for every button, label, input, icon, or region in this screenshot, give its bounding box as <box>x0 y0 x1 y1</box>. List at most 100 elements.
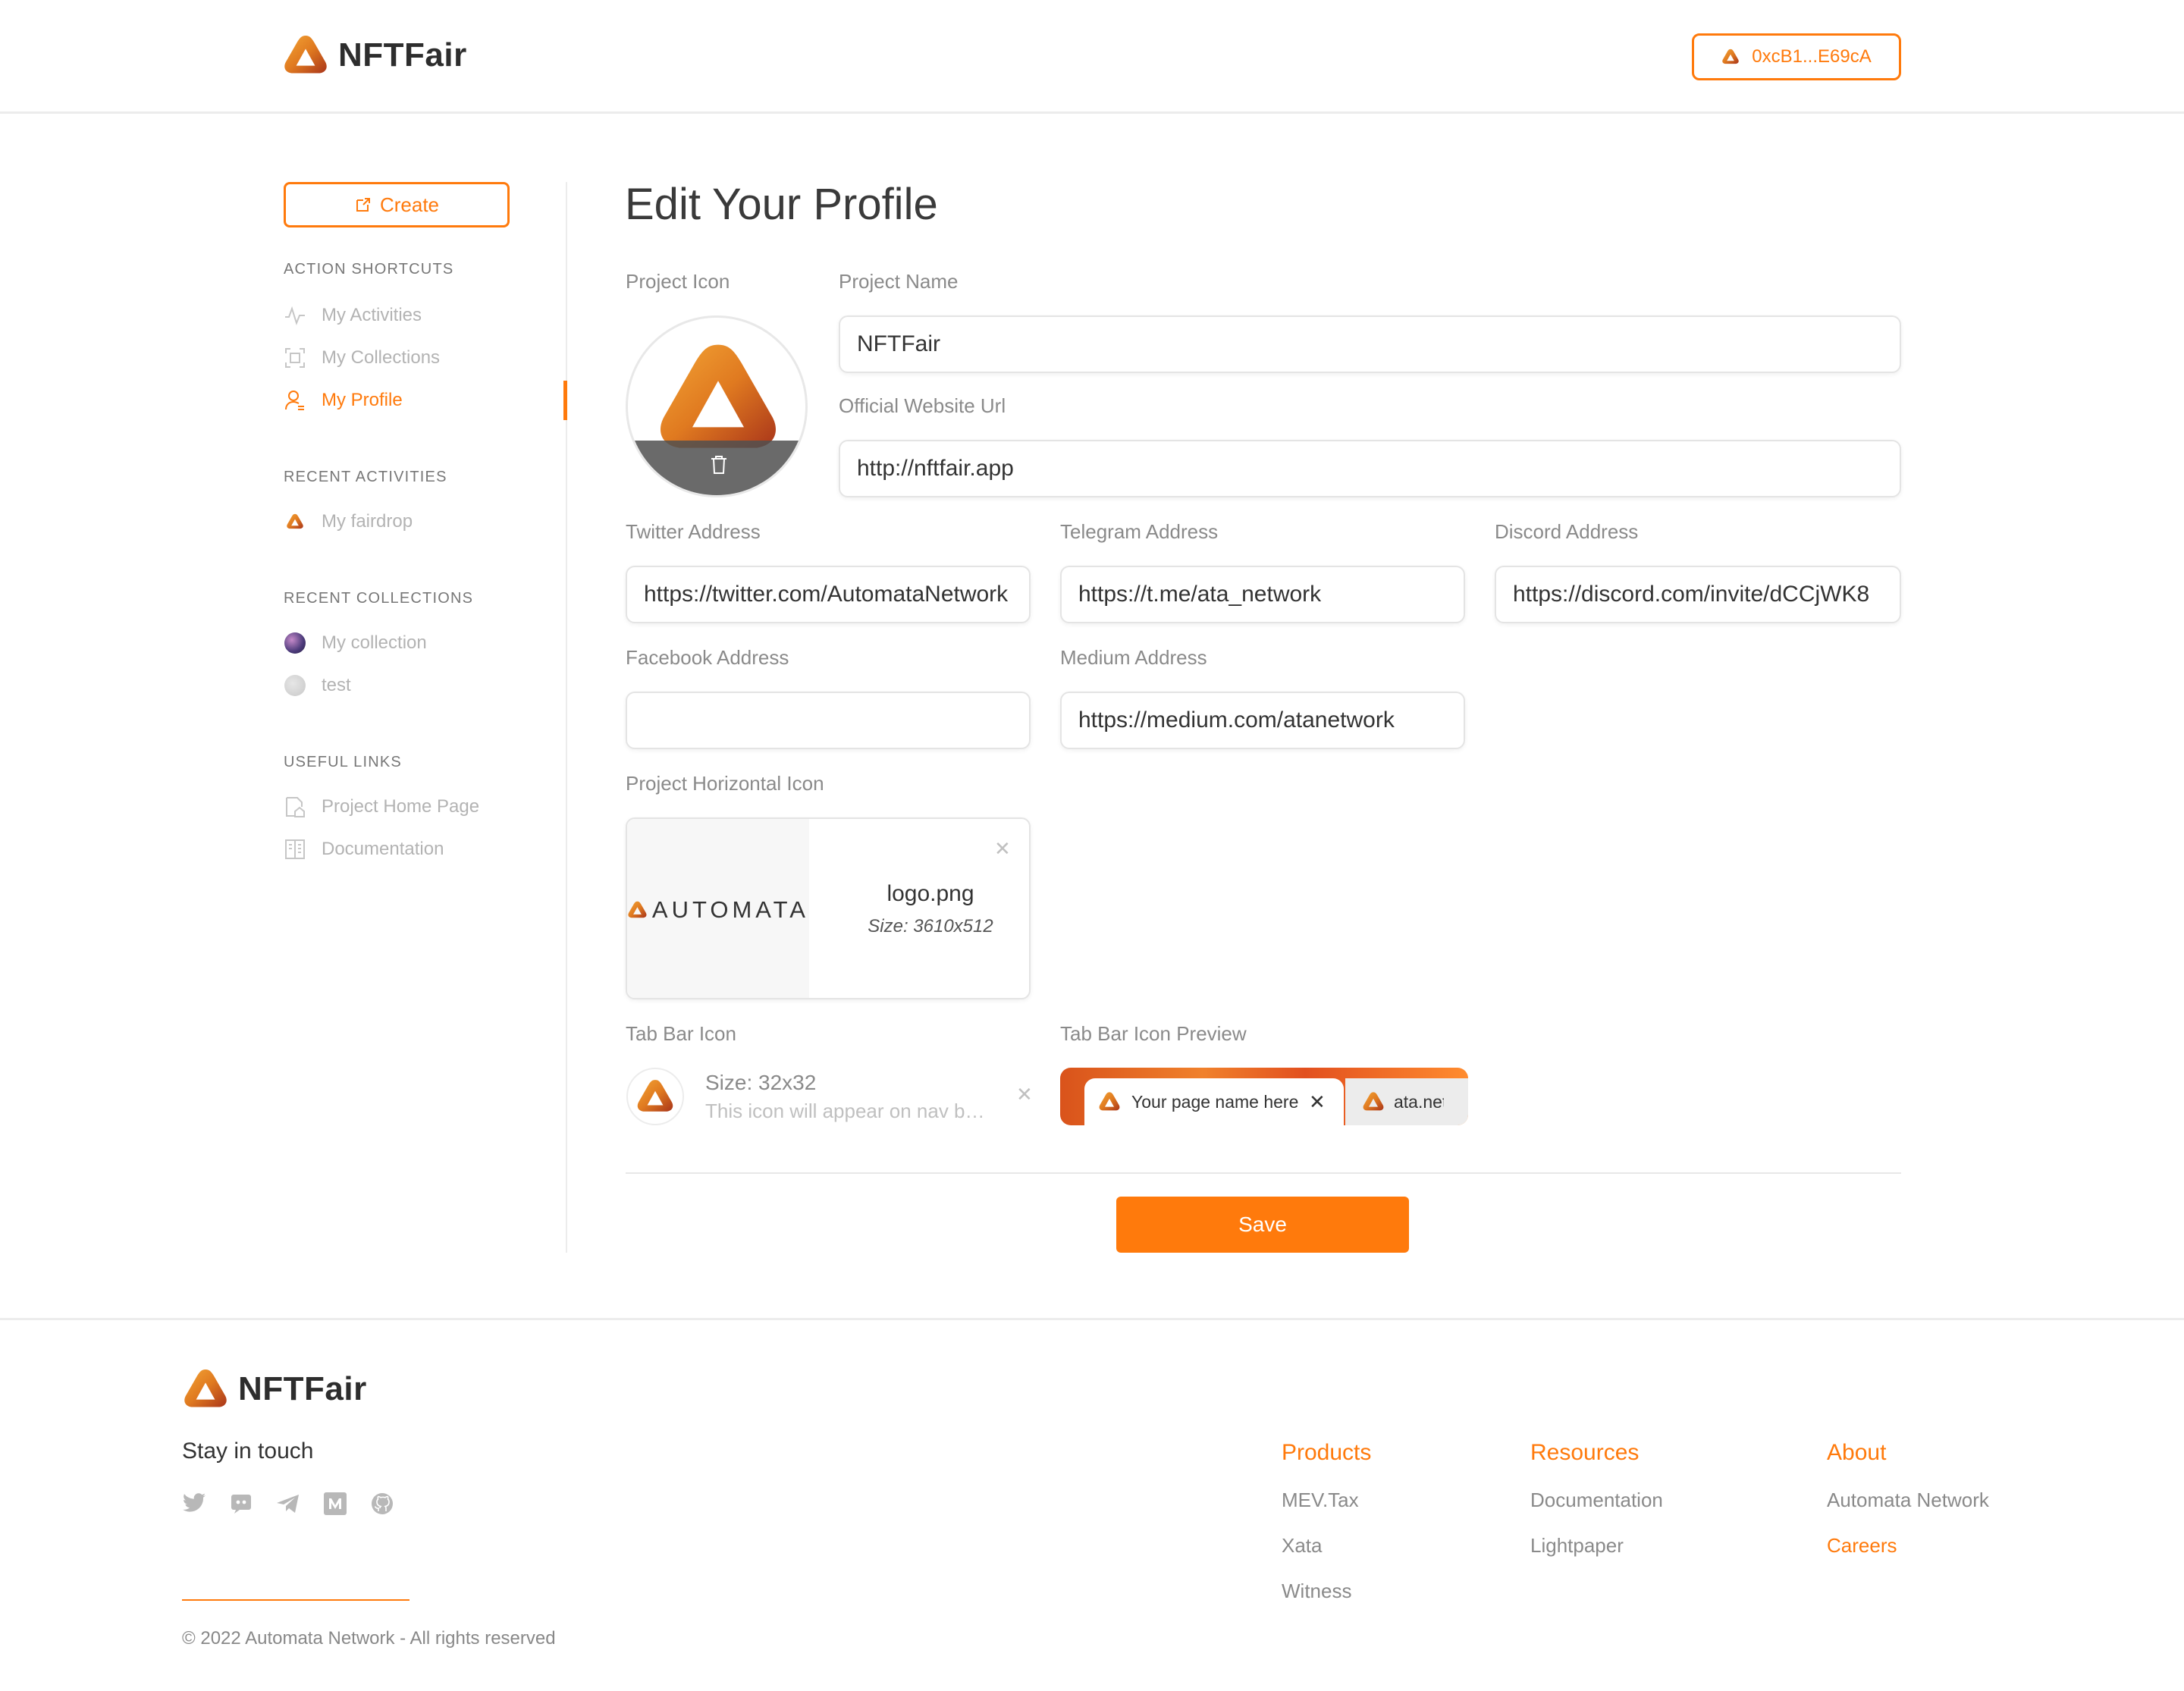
brand-name: NFTFair <box>338 36 467 74</box>
footer-link-careers[interactable]: Careers <box>1827 1534 1897 1558</box>
sidebar-item-my-profile[interactable]: My Profile <box>284 387 403 414</box>
telegram-input[interactable]: https://t.me/ata_network <box>1060 566 1465 623</box>
website-input[interactable]: http://nftfair.app <box>839 440 1901 497</box>
footer-link-xata[interactable]: Xata <box>1282 1534 1323 1558</box>
telegram-icon[interactable] <box>276 1492 300 1516</box>
useful-links-heading: USEFUL LINKS <box>284 754 402 770</box>
delete-icon-overlay[interactable] <box>628 441 805 495</box>
footer-link-automata-network[interactable]: Automata Network <box>1827 1489 1989 1512</box>
recent-activities-heading: RECENT ACTIVITIES <box>284 469 447 485</box>
sidebar-item-my-activities[interactable]: My Activities <box>284 302 422 329</box>
preview-tab-active: Your page name here ✕ <box>1084 1078 1344 1125</box>
nftfair-logo-icon <box>182 1366 229 1413</box>
project-icon-upload[interactable] <box>626 315 808 497</box>
sidebar-item-label: My fairdrop <box>322 511 413 532</box>
footer: NFTFair Stay in touch © 2022 Automata Ne… <box>0 1318 2184 1691</box>
recent-collections-heading: RECENT COLLECTIONS <box>284 590 474 607</box>
save-button[interactable]: Save <box>1116 1197 1409 1253</box>
website-label: Official Website Url <box>839 394 1006 417</box>
social-links <box>182 1492 394 1516</box>
preview-tab-title: Your page name here <box>1131 1091 1298 1112</box>
footer-column-products: Products <box>1282 1440 1372 1465</box>
preview-tab-inactive: ata.network <box>1345 1078 1468 1125</box>
medium-input[interactable]: https://medium.com/atanetwork <box>1060 692 1465 749</box>
sidebar-item-label: Project Home Page <box>322 796 480 817</box>
tab-bar-icon-description: This icon will appear on nav bar and bro… <box>705 1100 993 1122</box>
sidebar-divider <box>566 182 567 1253</box>
wallet-button[interactable]: 0xcB1...E69cA <box>1692 33 1901 80</box>
footer-column-resources: Resources <box>1530 1440 1640 1465</box>
preview-tab-title: ata.network <box>1394 1091 1444 1112</box>
twitter-icon[interactable] <box>182 1492 206 1516</box>
active-item-indicator <box>563 381 567 420</box>
header-brand[interactable]: NFTFair <box>282 32 467 79</box>
sidebar-item-label: test <box>322 675 351 695</box>
footer-brand-name: NFTFair <box>238 1370 367 1407</box>
sidebar-item-my-fairdrop[interactable]: My fairdrop <box>284 508 413 535</box>
form-divider <box>626 1172 1901 1174</box>
medium-label: Medium Address <box>1060 646 1207 669</box>
top-header: NFTFair 0xcB1...E69cA <box>0 0 2184 114</box>
automata-logo-icon <box>1721 48 1740 66</box>
close-icon[interactable]: ✕ <box>994 837 1011 861</box>
project-name-input[interactable]: NFTFair <box>839 315 1901 373</box>
twitter-label: Twitter Address <box>626 520 761 543</box>
footer-accent-line <box>182 1599 410 1601</box>
footer-link-witness[interactable]: Witness <box>1282 1580 1351 1603</box>
facebook-input[interactable] <box>626 692 1031 749</box>
copyright: © 2022 Automata Network - All rights res… <box>182 1628 556 1649</box>
action-shortcuts-heading: ACTION SHORTCUTS <box>284 261 454 278</box>
github-icon[interactable] <box>370 1492 394 1516</box>
automata-logo-icon <box>1362 1090 1385 1113</box>
sidebar-item-project-home-page[interactable]: Project Home Page <box>284 793 479 820</box>
wallet-address: 0xcB1...E69cA <box>1752 46 1872 67</box>
discord-label: Discord Address <box>1495 520 1639 543</box>
horizontal-logo-text: AUTOMATA <box>651 896 809 923</box>
sidebar-item-label: My collection <box>322 632 427 653</box>
footer-link-mev-tax[interactable]: MEV.Tax <box>1282 1489 1359 1512</box>
footer-link-lightpaper[interactable]: Lightpaper <box>1530 1534 1624 1558</box>
collections-icon <box>284 347 306 369</box>
close-icon[interactable]: ✕ <box>1016 1083 1033 1106</box>
sidebar-item-test[interactable]: test <box>284 672 351 699</box>
sidebar-item-label: My Activities <box>322 305 422 325</box>
automata-logo-icon <box>627 895 648 925</box>
create-button[interactable]: Create <box>284 182 510 227</box>
footer-column-about: About <box>1827 1440 1887 1465</box>
create-label: Create <box>379 193 440 216</box>
horizontal-icon-upload[interactable]: AUTOMATA logo.png Size: 3610x512 ✕ <box>626 817 1031 999</box>
sidebar-item-my-collections[interactable]: My Collections <box>284 344 440 372</box>
collection-avatar <box>284 674 306 697</box>
file-name: logo.png <box>886 881 974 906</box>
medium-icon[interactable] <box>323 1492 347 1516</box>
nftfair-logo-icon <box>282 32 329 79</box>
tab-bar-preview: Your page name here ✕ ata.network <box>1060 1068 1468 1125</box>
trash-icon <box>711 456 726 474</box>
footer-link-documentation[interactable]: Documentation <box>1530 1489 1663 1512</box>
home-page-icon <box>284 795 306 818</box>
project-name-label: Project Name <box>839 270 959 293</box>
documentation-icon <box>284 838 306 861</box>
stay-in-touch: Stay in touch <box>182 1438 314 1464</box>
facebook-label: Facebook Address <box>626 646 789 669</box>
footer-brand[interactable]: NFTFair <box>182 1366 367 1413</box>
file-size: Size: 3610x512 <box>868 916 993 936</box>
discord-input[interactable]: https://discord.com/invite/dCCjWK8 <box>1495 566 1901 623</box>
automata-logo-icon <box>284 510 306 533</box>
tab-bar-icon-label: Tab Bar Icon <box>626 1022 736 1045</box>
horizontal-icon-label: Project Horizontal Icon <box>626 772 824 795</box>
tab-bar-icon-size: Size: 32x32 <box>705 1071 817 1094</box>
close-icon: ✕ <box>1309 1090 1326 1113</box>
tab-bar-icon-upload[interactable] <box>626 1068 684 1125</box>
sidebar-item-my-collection[interactable]: My collection <box>284 629 427 657</box>
sidebar-item-label: My Profile <box>322 390 403 410</box>
project-icon-label: Project Icon <box>626 270 730 293</box>
sidebar: Create ACTION SHORTCUTS My Activities My… <box>284 182 511 859</box>
user-icon <box>284 389 306 412</box>
automata-logo-icon <box>1098 1090 1121 1113</box>
horizontal-icon-preview: AUTOMATA <box>627 819 809 998</box>
discord-icon[interactable] <box>229 1492 253 1516</box>
twitter-input[interactable]: https://twitter.com/AutomataNetwork <box>626 566 1031 623</box>
sidebar-item-documentation[interactable]: Documentation <box>284 836 444 863</box>
telegram-label: Telegram Address <box>1060 520 1219 543</box>
